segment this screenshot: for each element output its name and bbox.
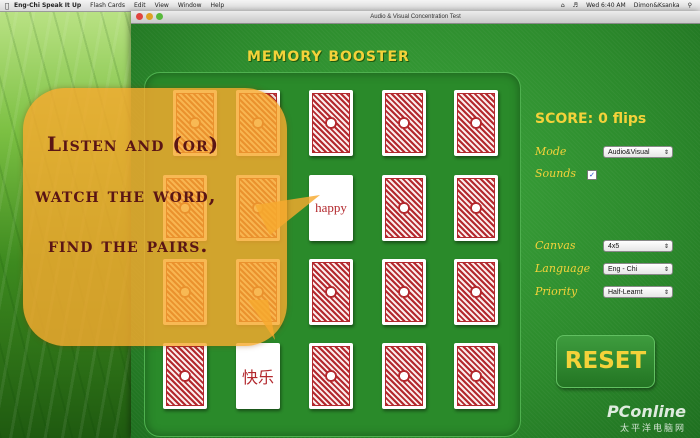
bubble-line-2: watch the word, [35, 183, 217, 207]
bubble-line-1: Listen and (or) [47, 132, 220, 156]
watermark-line-1: PConline [606, 402, 686, 421]
bubble-line-3: find the pairs. [48, 233, 209, 257]
watermark: PConline 太平洋电脑网 [607, 402, 686, 434]
watermark-line-2: 太平洋电脑网 [619, 424, 686, 434]
instruction-bubble: Listen and (or) watch the word, find the… [23, 88, 287, 346]
